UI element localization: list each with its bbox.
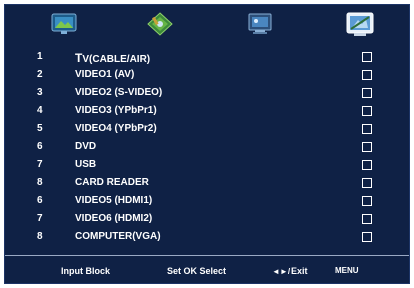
row-number: 7 <box>37 159 43 170</box>
input-row-video5[interactable]: 6 VIDEO5 (HDMI1) <box>5 193 409 211</box>
row-label: VIDEO6 (HDMI2) <box>75 213 153 224</box>
block-checkbox[interactable] <box>362 142 372 152</box>
row-label: TV(CABLE/AIR) <box>75 51 150 65</box>
row-number: 8 <box>37 231 43 242</box>
row-number: 5 <box>37 123 43 134</box>
block-checkbox[interactable] <box>362 124 372 134</box>
row-number: 6 <box>37 195 43 206</box>
block-checkbox[interactable] <box>362 160 372 170</box>
block-checkbox[interactable] <box>362 106 372 116</box>
osd-menu: 1 TV(CABLE/AIR) 2 VIDEO1 (AV) 3 VIDEO2 (… <box>4 4 410 284</box>
block-checkbox[interactable] <box>362 88 372 98</box>
tv-picture-icon[interactable] <box>49 11 79 37</box>
row-label: COMPUTER(VGA) <box>75 231 161 242</box>
input-row-video2[interactable]: 3 VIDEO2 (S-VIDEO) <box>5 85 409 103</box>
input-row-dvd[interactable]: 6 DVD <box>5 139 409 157</box>
diamond-settings-icon[interactable] <box>145 11 175 37</box>
block-checkbox[interactable] <box>362 52 372 62</box>
row-label: USB <box>75 159 97 170</box>
row-number: 8 <box>37 177 43 188</box>
row-label: VIDEO1 (AV) <box>75 69 135 80</box>
category-icon-bar <box>5 5 409 43</box>
exit-hint[interactable]: Exit <box>291 266 308 276</box>
row-label: VIDEO3 (YPbPr1) <box>75 105 157 116</box>
row-number: 6 <box>37 141 43 152</box>
row-label-rest: V(CABLE/AIR) <box>82 54 151 65</box>
monitor-icon[interactable] <box>245 11 275 37</box>
row-label: DVD <box>75 141 97 152</box>
left-right-arrows-icon: ◄►/ <box>272 267 291 276</box>
input-row-usb[interactable]: 7 USB <box>5 157 409 175</box>
row-label: VIDEO4 (YPbPr2) <box>75 123 157 134</box>
input-row-video1[interactable]: 2 VIDEO1 (AV) <box>5 67 409 85</box>
input-row-video6[interactable]: 7 VIDEO6 (HDMI2) <box>5 211 409 229</box>
row-label: VIDEO2 (S-VIDEO) <box>75 87 163 98</box>
row-number: 4 <box>37 105 43 116</box>
input-row-video3[interactable]: 4 VIDEO3 (YPbPr1) <box>5 103 409 121</box>
block-checkbox[interactable] <box>362 214 372 224</box>
block-checkbox[interactable] <box>362 178 372 188</box>
row-label: CARD READER <box>75 177 149 188</box>
row-number: 3 <box>37 87 43 98</box>
input-row-card-reader[interactable]: 8 CARD READER <box>5 175 409 193</box>
row-number: 7 <box>37 213 43 224</box>
input-row-tv[interactable]: 1 TV(CABLE/AIR) <box>5 49 409 67</box>
menu-hint[interactable]: MENU <box>335 266 359 275</box>
row-number: 2 <box>37 69 43 80</box>
footer-bar: Input Block Set OK Select ◄►/ Exit MENU <box>5 257 409 283</box>
row-label: VIDEO5 (HDMI1) <box>75 195 153 206</box>
block-checkbox[interactable] <box>362 232 372 242</box>
row-number: 1 <box>37 51 43 62</box>
input-row-video4[interactable]: 5 VIDEO4 (YPbPr2) <box>5 121 409 139</box>
input-lock-icon[interactable] <box>345 11 375 37</box>
menu-title: Input Block <box>61 266 110 276</box>
block-checkbox[interactable] <box>362 196 372 206</box>
footer-divider <box>5 255 409 256</box>
set-select-hint: Set OK Select <box>167 266 227 276</box>
input-row-computer[interactable]: 8 COMPUTER(VGA) <box>5 229 409 247</box>
block-checkbox[interactable] <box>362 70 372 80</box>
